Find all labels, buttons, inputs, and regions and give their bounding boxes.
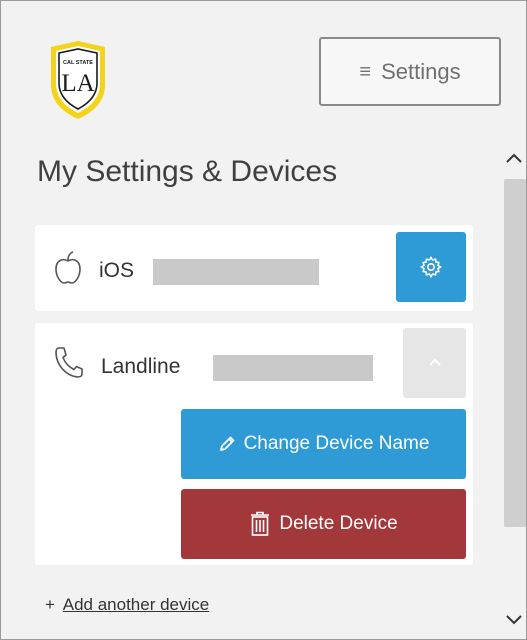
scrollbar-thumb[interactable] xyxy=(504,179,526,527)
delete-device-label: Delete Device xyxy=(279,513,398,534)
gear-icon xyxy=(420,256,442,278)
device-type-label: Landline xyxy=(101,355,181,378)
scroll-up-button[interactable] xyxy=(501,143,526,173)
settings-panel: CAL STATE LA ≡ Settings My Settings & De… xyxy=(0,0,527,640)
device-type-label: iOS xyxy=(99,259,135,282)
settings-button-label: Settings xyxy=(381,58,461,84)
vertical-scrollbar[interactable] xyxy=(501,121,526,639)
cal-state-la-logo[interactable]: CAL STATE LA xyxy=(45,37,111,121)
device-card-ios: iOS xyxy=(35,225,473,311)
logo-text: LA xyxy=(61,70,94,97)
device-settings-button[interactable] xyxy=(396,232,466,302)
collapse-device-button[interactable] xyxy=(403,328,466,398)
add-device-row: + Add another device xyxy=(45,595,209,615)
pencil-icon xyxy=(219,436,234,451)
chevron-down-icon xyxy=(505,615,522,625)
scroll-down-button[interactable] xyxy=(501,605,526,635)
device-card-landline: Landline Change Device Name Delete Devic… xyxy=(35,323,473,565)
header: CAL STATE LA ≡ Settings xyxy=(1,1,526,121)
phone-icon xyxy=(55,347,83,378)
apple-icon xyxy=(55,251,81,284)
change-device-name-label: Change Device Name xyxy=(243,433,430,454)
trash-icon xyxy=(251,511,270,536)
add-device-plus: + xyxy=(45,595,55,614)
main-content: My Settings & Devices iOS Landline Chang… xyxy=(1,121,501,639)
redacted-device-name xyxy=(153,259,319,285)
logo-small-text: CAL STATE xyxy=(63,60,93,66)
chevron-up-icon xyxy=(428,358,441,366)
redacted-device-name xyxy=(213,355,373,381)
hamburger-icon: ≡ xyxy=(359,60,372,83)
change-device-name-button[interactable]: Change Device Name xyxy=(181,409,466,479)
chevron-up-icon xyxy=(505,153,522,163)
page-title: My Settings & Devices xyxy=(37,155,338,188)
settings-menu-button[interactable]: ≡ Settings xyxy=(319,37,501,106)
delete-device-button[interactable]: Delete Device xyxy=(181,489,466,559)
add-another-device-link[interactable]: Add another device xyxy=(63,595,210,614)
